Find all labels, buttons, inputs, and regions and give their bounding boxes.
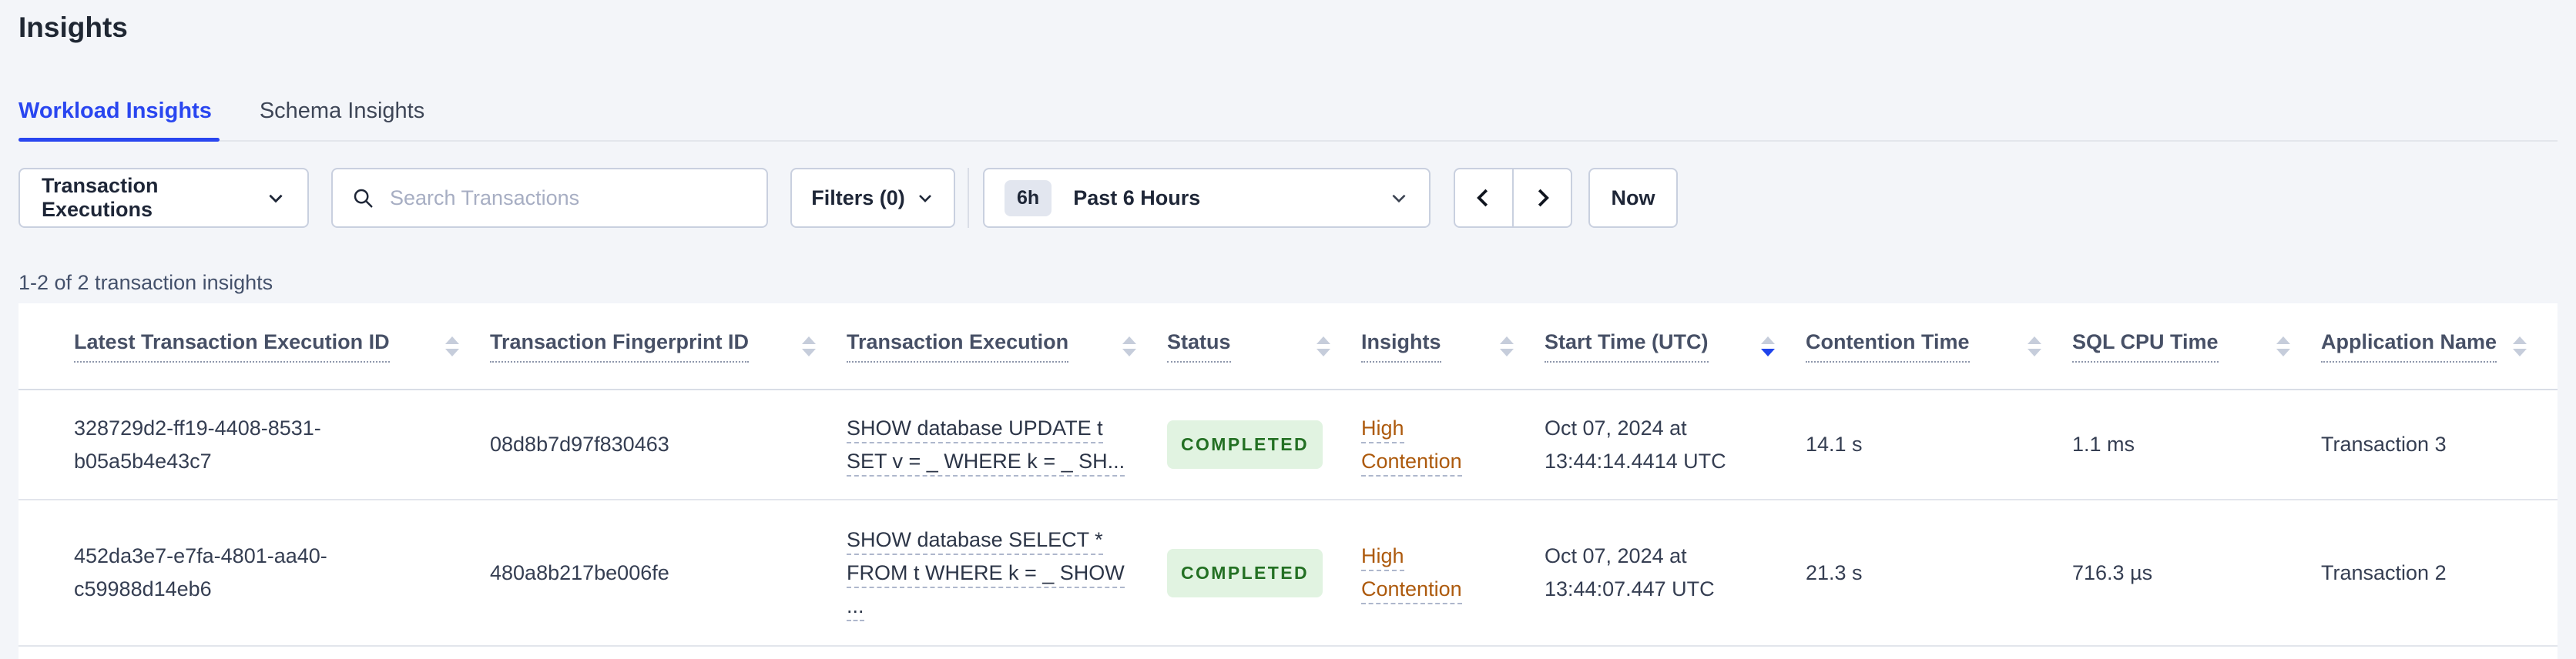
cell-start-time: Oct 07, 2024 at 13:44:07.447 UTC — [1545, 500, 1806, 647]
results-count: 1-2 of 2 transaction insights — [18, 271, 273, 294]
status-badge: COMPLETED — [1167, 420, 1323, 469]
column-header-application-name[interactable]: Application Name — [2321, 303, 2558, 390]
cell-insights: High Contention — [1361, 390, 1545, 500]
filters-button-label: Filters (0) — [811, 186, 905, 209]
cell-fingerprint-id: 08d8b7d97f830463 — [490, 390, 847, 500]
chevron-down-icon — [916, 189, 934, 207]
column-header-status[interactable]: Status — [1167, 303, 1361, 390]
time-range-label: Past 6 Hours — [1073, 186, 1201, 209]
status-badge: COMPLETED — [1167, 548, 1323, 597]
column-header-sql-cpu-time[interactable]: SQL CPU Time — [2072, 303, 2321, 390]
column-header-insights[interactable]: Insights — [1361, 303, 1545, 390]
sort-icon[interactable] — [1746, 336, 1775, 356]
sort-icon[interactable] — [1484, 336, 1514, 356]
insight-link[interactable]: High Contention — [1361, 416, 1462, 477]
column-header-fingerprint-id[interactable]: Transaction Fingerprint ID — [490, 303, 847, 390]
sort-icon[interactable] — [1107, 336, 1136, 356]
table-header-row: Latest Transaction Execution ID Transact… — [18, 303, 2558, 390]
cell-fingerprint-id: 480a8b217be006fe — [490, 500, 847, 647]
next-time-button[interactable] — [1512, 168, 1572, 228]
statement-link[interactable]: SHOW database SELECT * FROM t WHERE k = … — [847, 527, 1125, 621]
cell-application-name: Transaction 3 — [2321, 390, 2558, 500]
search-box[interactable] — [331, 168, 768, 228]
column-header-contention-time[interactable]: Contention Time — [1806, 303, 2072, 390]
cell-application-name: Transaction 2 — [2321, 500, 2558, 647]
cell-transaction-execution: SHOW database SELECT * FROM t WHERE k = … — [847, 500, 1167, 647]
filters-button[interactable]: Filters (0) — [790, 168, 955, 228]
table-row: 452da3e7-e7fa-4801-aa40- c59988d14eb6 48… — [18, 500, 2558, 647]
toolbar-divider — [968, 168, 969, 228]
chevron-down-icon — [266, 188, 286, 208]
tab-schema-insights[interactable]: Schema Insights — [260, 97, 424, 140]
cell-contention-time: 21.3 s — [1806, 500, 2072, 647]
execution-type-dropdown-label: Transaction Executions — [42, 174, 159, 221]
sort-icon[interactable] — [2012, 336, 2041, 356]
time-range-badge: 6h — [1005, 179, 1052, 216]
sort-icon[interactable] — [2261, 336, 2290, 356]
column-header-start-time[interactable]: Start Time (UTC) — [1545, 303, 1806, 390]
search-icon — [351, 186, 374, 209]
table-row: 328729d2-ff19-4408-8531- b05a5b4e43c7 08… — [18, 390, 2558, 500]
statement-link[interactable]: SHOW database UPDATE t SET v = _ WHERE k… — [847, 416, 1125, 477]
cell-execution-id: 328729d2-ff19-4408-8531- b05a5b4e43c7 — [18, 390, 490, 500]
sort-icon[interactable] — [1301, 336, 1330, 356]
cell-sql-cpu-time: 716.3 µs — [2072, 500, 2321, 647]
cell-start-time: Oct 07, 2024 at 13:44:14.4414 UTC — [1545, 390, 1806, 500]
tab-bar: Workload Insights Schema Insights — [18, 97, 2558, 142]
prev-time-button[interactable] — [1454, 168, 1514, 228]
cell-status: COMPLETED — [1167, 500, 1361, 647]
insights-table-card: Latest Transaction Execution ID Transact… — [18, 303, 2558, 659]
search-input[interactable] — [388, 185, 748, 211]
cell-transaction-execution: SHOW database UPDATE t SET v = _ WHERE k… — [847, 390, 1167, 500]
tab-workload-insights[interactable]: Workload Insights — [18, 97, 220, 142]
sort-icon[interactable] — [787, 336, 816, 356]
insights-table: Latest Transaction Execution ID Transact… — [18, 303, 2558, 647]
execution-type-dropdown[interactable]: Transaction Executions — [18, 168, 309, 228]
cell-insights: High Contention — [1361, 500, 1545, 647]
time-range-pager — [1454, 168, 1572, 228]
chevron-down-icon — [1389, 188, 1409, 208]
now-button[interactable]: Now — [1588, 168, 1678, 228]
page-title: Insights — [18, 12, 128, 43]
sort-icon[interactable] — [2497, 336, 2527, 356]
cell-execution-id: 452da3e7-e7fa-4801-aa40- c59988d14eb6 — [18, 500, 490, 647]
now-button-label: Now — [1611, 186, 1655, 209]
toolbar: Transaction Executions Filters (0) 6h Pa… — [18, 168, 2558, 228]
cell-contention-time: 14.1 s — [1806, 390, 2072, 500]
chevron-left-icon — [1472, 186, 1495, 209]
chevron-right-icon — [1531, 186, 1554, 209]
insight-link[interactable]: High Contention — [1361, 544, 1462, 604]
column-header-latest-execution-id[interactable]: Latest Transaction Execution ID — [18, 303, 490, 390]
cell-sql-cpu-time: 1.1 ms — [2072, 390, 2321, 500]
sort-icon[interactable] — [430, 336, 459, 356]
cell-status: COMPLETED — [1167, 390, 1361, 500]
column-header-transaction-execution[interactable]: Transaction Execution — [847, 303, 1167, 390]
time-range-picker[interactable]: 6h Past 6 Hours — [983, 168, 1431, 228]
